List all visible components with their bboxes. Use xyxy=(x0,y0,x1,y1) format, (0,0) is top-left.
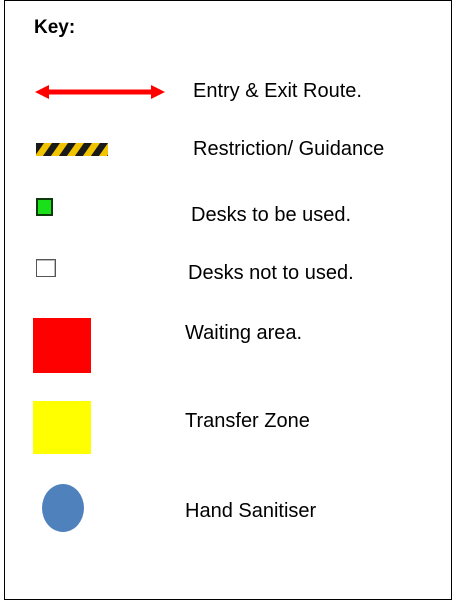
desk-not-used-icon xyxy=(36,259,56,277)
desk-not-used-label: Desks not to used. xyxy=(188,262,354,284)
transfer-zone-swatch xyxy=(33,401,91,454)
entry-exit-label: Entry & Exit Route. xyxy=(193,80,362,102)
entry-exit-arrow-icon xyxy=(35,85,165,99)
transfer-zone-label: Transfer Zone xyxy=(185,410,310,432)
key-title: Key: xyxy=(34,17,76,38)
key-legend: Key: Entry & Exit Route. Restriction/ Gu… xyxy=(4,0,452,600)
desk-used-label: Desks to be used. xyxy=(191,204,352,226)
restriction-label: Restriction/ Guidance xyxy=(193,138,385,160)
waiting-area-label: Waiting area. xyxy=(185,322,303,344)
desk-used-icon xyxy=(36,198,53,216)
hand-sanitiser-label: Hand Sanitiser xyxy=(185,500,317,522)
hand-sanitiser-icon xyxy=(42,484,84,532)
waiting-area-swatch xyxy=(33,318,91,373)
hazard-tape-icon xyxy=(36,143,108,156)
